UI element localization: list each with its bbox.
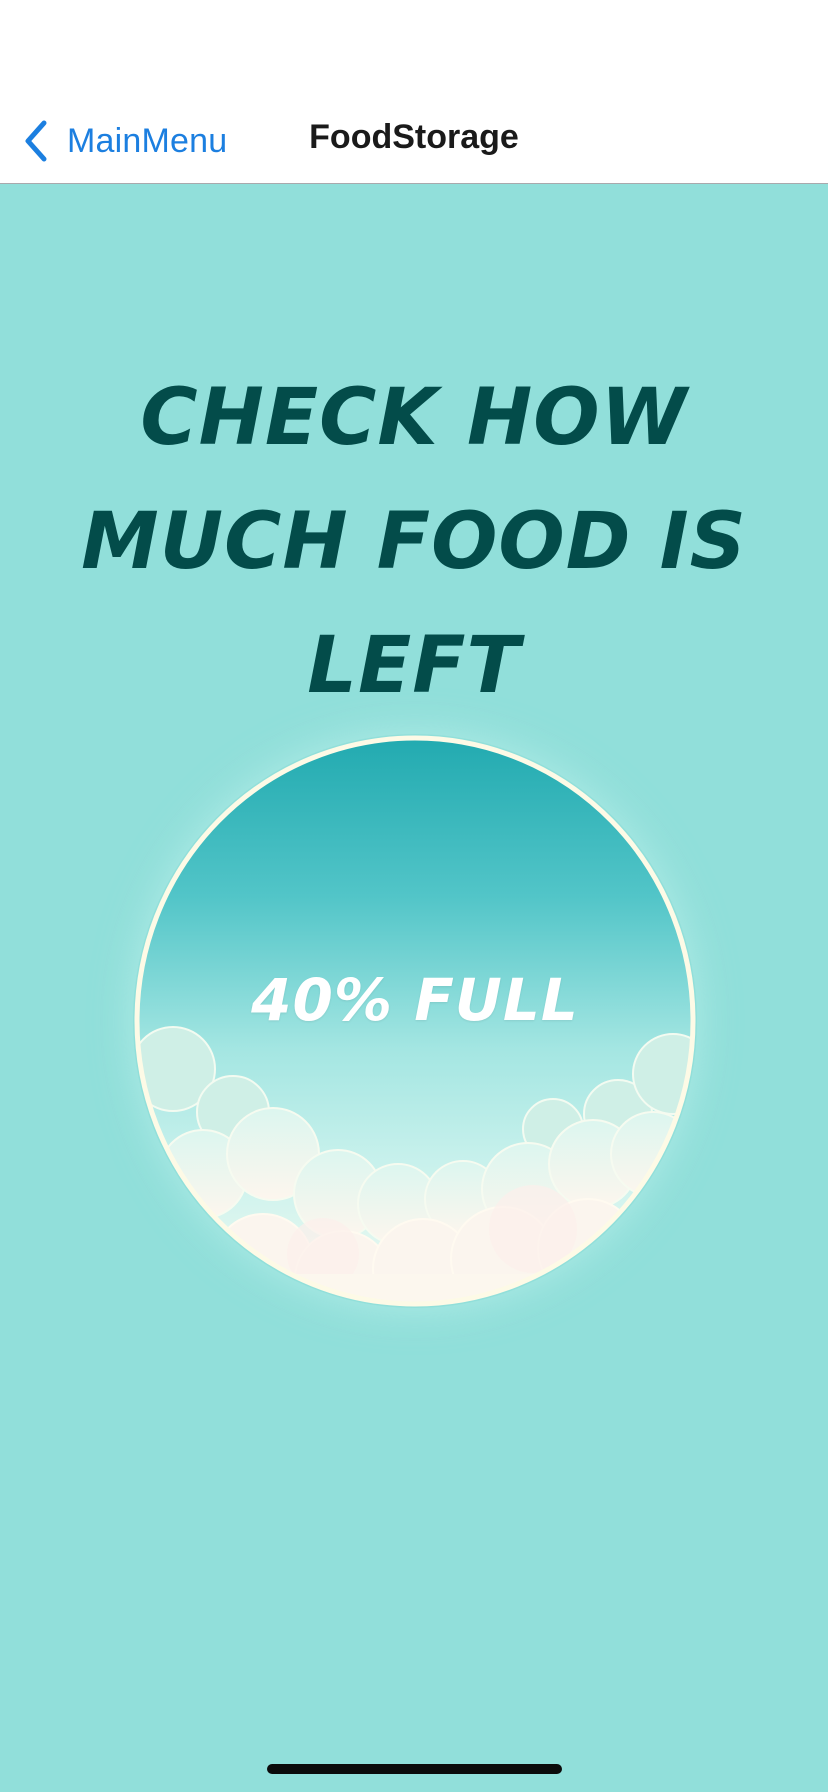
main-content: CHECK HOW MUCH FOOD IS LEFT 40% FULL bbox=[0, 184, 828, 1792]
page-title: FoodStorage bbox=[309, 118, 519, 156]
fill-level-label: 40% FULL bbox=[251, 966, 579, 1034]
headline: CHECK HOW MUCH FOOD IS LEFT bbox=[81, 373, 747, 711]
food-level-gauge: 40% FULL bbox=[133, 734, 697, 1308]
home-indicator[interactable] bbox=[267, 1764, 562, 1774]
navigation-bar: MainMenu FoodStorage bbox=[0, 0, 828, 184]
